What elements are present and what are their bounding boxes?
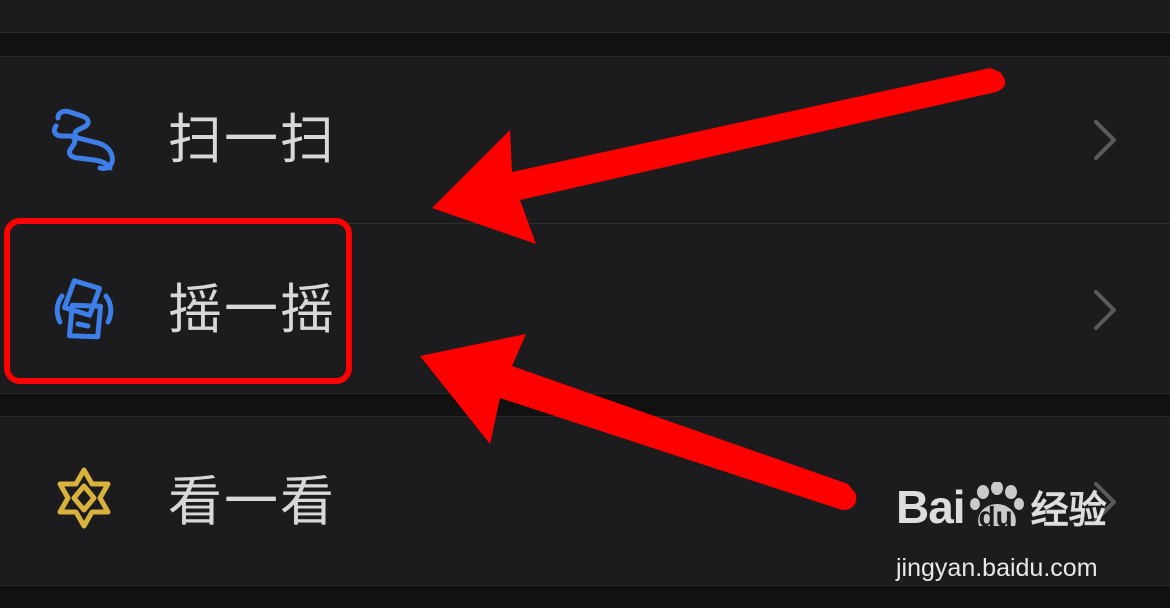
paw-logo: du (965, 482, 1027, 536)
arrow-to-scan (432, 68, 1006, 244)
baidu-logo: Bai du 经验 (896, 482, 1107, 536)
discover-page: 扫一扫 摇一摇 看一看 Bai du 经验 jingyan.baidu.com (0, 0, 1170, 608)
watermark-url: jingyan.baidu.com (896, 554, 1098, 582)
arrow-to-shake (420, 334, 857, 510)
baidu-jingyan-watermark: Bai du 经验 jingyan.baidu.com (896, 482, 1166, 582)
